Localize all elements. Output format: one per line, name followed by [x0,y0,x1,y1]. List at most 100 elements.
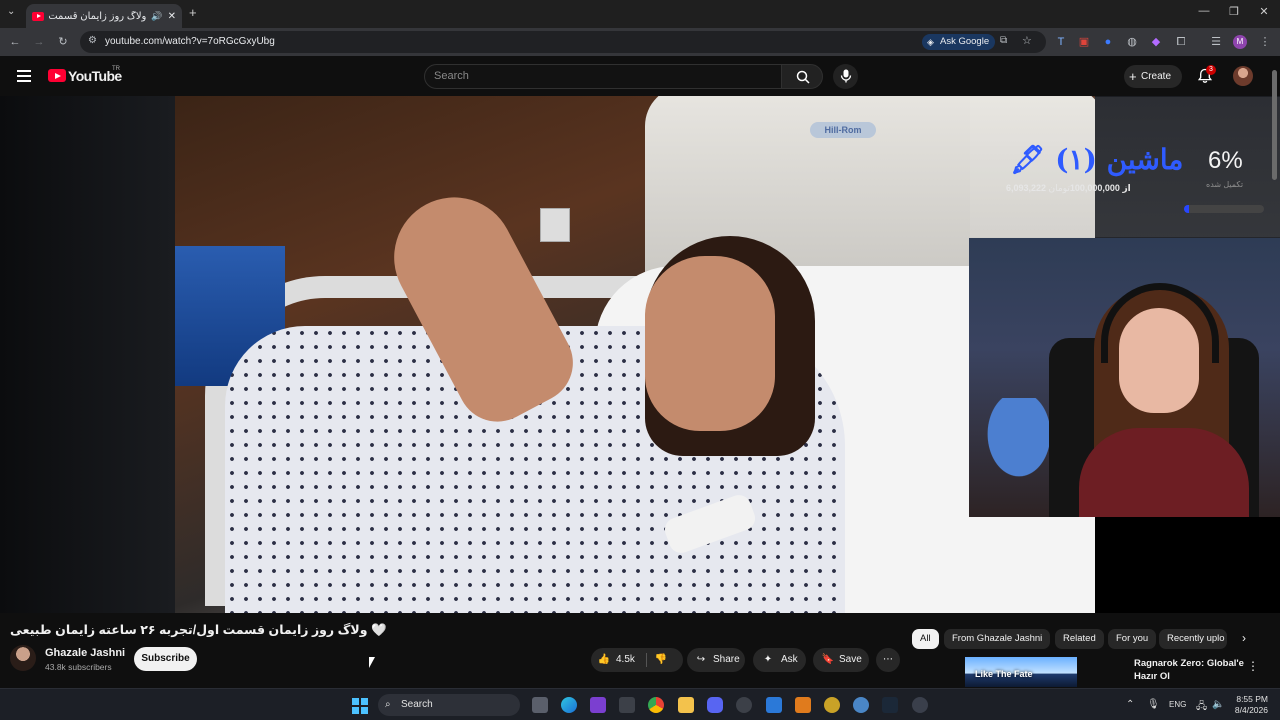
extension-blue-icon[interactable]: ● [1101,35,1115,49]
new-tab-icon[interactable]: + [189,5,197,20]
chips-next-chevron-icon[interactable]: › [1236,631,1252,647]
forward-icon[interactable]: → [32,35,46,49]
app-blue-orb-icon[interactable] [853,697,869,713]
extension-gray-icon[interactable]: ◍ [1125,35,1139,49]
app-gear-icon[interactable] [619,697,635,713]
search-button[interactable] [781,64,823,89]
app-check-icon[interactable] [766,697,782,713]
minimize-icon[interactable]: — [1189,5,1219,21]
search-box[interactable] [424,64,782,89]
volume-icon[interactable]: 🔈 [1212,699,1224,710]
chip-recently-uploaded[interactable]: Recently uplo [1159,629,1227,649]
app-gold-icon[interactable] [824,697,840,713]
save-button[interactable]: 🔖 Save [813,648,869,672]
subscriber-count: 43.8k subscribers [45,662,112,672]
chip-from-channel[interactable]: From Ghazale Jashni [944,629,1051,649]
thumbnail-text: Like The Fate [975,669,1033,679]
youtube-logo-icon[interactable] [48,69,66,82]
recommended-more-icon[interactable]: ⋮ [1247,659,1259,673]
url-text[interactable]: youtube.com/watch?v=7oRGcGxyUbg [105,36,275,47]
donation-percent: 6% [1208,147,1243,174]
plus-icon: + [1129,69,1137,84]
more-actions-icon[interactable]: ⋯ [876,648,900,672]
tab-list-chevron-icon[interactable]: ⌄ [7,6,15,17]
chip-for-you[interactable]: For you [1108,629,1157,649]
recommended-video-thumbnail[interactable]: Like The Fate [965,657,1077,687]
steam-icon[interactable] [882,697,898,713]
app-r-icon[interactable] [590,697,606,713]
microphone-tray-icon[interactable]: 🎙 [1147,699,1160,710]
google-lens-icon: ◈ [927,37,934,47]
like-icon[interactable]: 👍 [597,648,611,672]
taskbar-search-label: Search [401,699,433,710]
extension-purple-icon[interactable]: ◆ [1149,35,1163,49]
edge-icon[interactable] [561,697,577,713]
extension-red-icon[interactable]: ▣ [1077,35,1091,49]
player-background-left [0,96,175,613]
video-frame[interactable]: Hill-Rom [175,96,1095,613]
clock-date: 8/4/2026 [1234,705,1268,715]
headset [1101,283,1219,363]
donation-progress-fill [1184,205,1189,213]
back-icon[interactable]: ← [8,35,22,49]
app-circle-icon[interactable] [736,697,752,713]
media-player-icon[interactable] [912,697,928,713]
share-button[interactable]: ↪ Share [687,648,745,672]
like-count[interactable]: 4.5k [616,648,635,672]
recommended-video-title[interactable]: Ragnarok Zero: Global'e Hazır Ol [1134,657,1244,683]
browser-menu-icon[interactable]: ⋮ [1258,35,1272,49]
subscribe-button[interactable]: Subscribe [134,647,197,671]
browser-tab-active[interactable]: ولاگ روز زایمان قسمت ا (3) 🔊 ✕ [26,4,182,28]
taskbar-search[interactable]: ⌕ Search [378,694,520,716]
create-button[interactable]: + Create [1124,65,1182,88]
bookmark-icon: 🔖 [821,654,835,665]
reading-list-icon[interactable]: ☰ [1209,35,1223,49]
tab-close-icon[interactable]: ✕ [168,11,176,22]
dislike-icon[interactable]: 👎 [654,648,668,672]
donation-goal-overlay: ماشین (۱) 🖋 6% تکمیل شده 6,093,222 از 10… [970,97,1280,237]
microphone-icon [840,69,852,83]
donation-amount-goal: 100,000,000 [1069,183,1120,193]
search-input[interactable] [434,70,734,82]
ask-google-button[interactable]: ◈ Ask Google [922,34,996,50]
system-clock[interactable]: 8:55 PM 8/4/2026 [1230,694,1268,716]
network-icon[interactable]: 🖧 [1196,699,1207,716]
ask-google-label: Ask Google [940,36,990,47]
task-view-icon[interactable] [532,697,548,713]
donation-amount-currency: تومان [1048,183,1070,193]
profile-avatar[interactable]: M [1233,35,1247,49]
patient-face [645,256,775,431]
tray-overflow-icon[interactable]: ⌃ [1126,699,1134,710]
channel-avatar[interactable] [10,645,36,671]
app-orange-icon[interactable] [795,697,811,713]
page-scrollbar[interactable] [1272,70,1277,180]
restore-icon[interactable]: ❐ [1219,5,1249,21]
file-explorer-icon[interactable] [678,697,694,713]
channel-name[interactable]: Ghazale Jashni [45,647,125,659]
tab-audio-icon[interactable]: 🔊 [151,11,162,22]
install-app-icon[interactable]: ⧉ [1000,35,1007,46]
address-bar[interactable]: ⚙ youtube.com/watch?v=7oRGcGxyUbg ◈ Ask … [80,31,1046,53]
close-window-icon[interactable]: ✕ [1249,5,1279,21]
hamburger-menu-icon[interactable] [17,70,31,82]
create-label: Create [1141,71,1172,82]
bookmark-star-icon[interactable]: ☆ [1022,34,1032,47]
input-language[interactable]: ENG [1169,700,1186,709]
chip-related[interactable]: Related [1055,629,1104,649]
mouse-cursor-icon [369,657,375,668]
windows-start-icon[interactable] [352,698,368,714]
site-info-icon[interactable]: ⚙ [88,35,97,46]
reload-icon[interactable]: ↻ [56,35,70,49]
extension-translate-icon[interactable]: T [1054,35,1068,49]
chrome-icon[interactable] [648,697,664,713]
ask-button[interactable]: ✦ Ask [753,648,806,672]
search-icon [796,70,810,84]
clock-time: 8:55 PM [1236,694,1268,704]
discord-icon[interactable] [707,697,723,713]
donation-amount: 6,093,222 از 100,000,000تومان [1006,183,1131,194]
voice-search-button[interactable] [833,64,858,89]
region-code: TR [112,66,120,72]
extensions-puzzle-icon[interactable]: ⧠ [1174,35,1188,49]
account-avatar[interactable] [1233,66,1253,86]
chip-all[interactable]: All [912,629,939,649]
